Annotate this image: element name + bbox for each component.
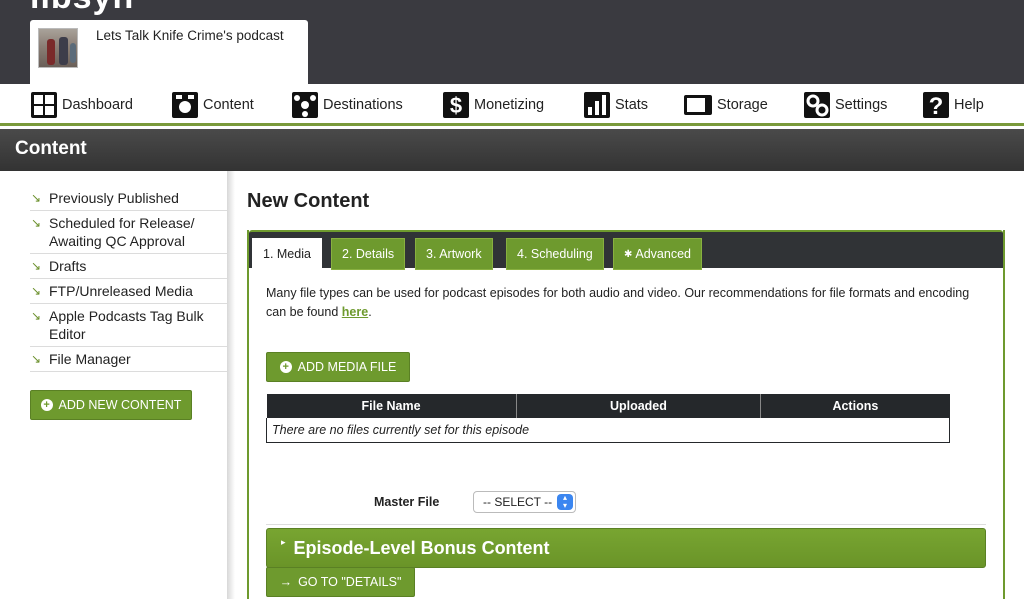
nav-storage[interactable]: Storage	[683, 90, 768, 120]
section-bar: Content	[0, 129, 1024, 171]
nav-stats-label: Stats	[615, 97, 649, 113]
nav-dashboard[interactable]: Dashboard	[30, 90, 133, 120]
section-title: Content	[15, 138, 87, 159]
sidebar-item-label: FTP/Unreleased Media	[49, 283, 193, 299]
nav-help[interactable]: ? Help	[922, 90, 984, 120]
table-row: There are no files currently set for thi…	[266, 418, 950, 443]
nav-destinations-label: Destinations	[323, 97, 403, 113]
add-new-content-label: ADD NEW CONTENT	[58, 398, 182, 412]
sidebar-item-label: Scheduled for Release/ Awaiting QC Appro…	[49, 215, 195, 249]
arrow-icon: ↘	[31, 191, 42, 205]
destinations-icon	[291, 91, 319, 119]
sidebar-list: ↘ Previously Published ↘ Scheduled for R…	[30, 186, 227, 372]
sidebar-item-label: File Manager	[49, 351, 131, 367]
sidebar-item-scheduled[interactable]: ↘ Scheduled for Release/ Awaiting QC App…	[30, 211, 227, 254]
sidebar-item-ftp-unreleased[interactable]: ↘ FTP/Unreleased Media	[30, 279, 227, 304]
bonus-content-toggle[interactable]: ▸ Episode-Level Bonus Content	[266, 528, 986, 568]
column-file-name[interactable]: File Name	[266, 394, 517, 418]
nav-destinations[interactable]: Destinations	[291, 90, 403, 120]
nav-settings[interactable]: Settings	[803, 90, 887, 120]
page-title: New Content	[247, 190, 370, 212]
dashboard-grid-icon	[30, 91, 58, 119]
tab-details[interactable]: 2. Details	[331, 238, 406, 270]
tab-scheduling[interactable]: 4. Scheduling	[506, 238, 604, 270]
empty-table-message: There are no files currently set for thi…	[266, 418, 950, 443]
nav-help-label: Help	[954, 97, 984, 113]
main-nav: Dashboard Content Destinations $ Monetiz…	[0, 84, 1024, 126]
arrow-icon: ↘	[31, 352, 42, 366]
storage-icon	[683, 91, 713, 119]
dollar-icon: $	[442, 91, 470, 119]
go-to-details-button[interactable]: → GO TO "DETAILS"	[266, 567, 415, 597]
question-icon: ?	[922, 91, 950, 119]
arrow-icon: ↘	[31, 309, 42, 323]
svg-text:$: $	[450, 93, 462, 118]
tab-media-label: 1. Media	[263, 247, 311, 261]
recommendations-link[interactable]: here	[342, 305, 368, 319]
sidebar-item-drafts[interactable]: ↘ Drafts	[30, 254, 227, 279]
podcast-switcher[interactable]: Lets Talk Knife Crime's podcast	[30, 20, 308, 84]
sidebar-item-label: Apple Podcasts Tag Bulk Editor	[49, 308, 204, 342]
sidebar-divider	[227, 171, 235, 599]
podcast-thumbnail	[38, 28, 78, 68]
sidebar-item-previously-published[interactable]: ↘ Previously Published	[30, 186, 227, 211]
gear-icon: ✱	[624, 248, 633, 260]
tab-artwork[interactable]: 3. Artwork	[415, 238, 493, 270]
expand-triangle-icon: ▸	[281, 536, 286, 547]
add-media-file-button[interactable]: + ADD MEDIA FILE	[266, 352, 410, 382]
tab-scheduling-label: 4. Scheduling	[517, 247, 593, 261]
column-actions: Actions	[760, 394, 950, 418]
add-media-file-label: ADD MEDIA FILE	[297, 360, 397, 374]
nav-content[interactable]: Content	[171, 90, 254, 120]
nav-monetizing-label: Monetizing	[474, 97, 545, 113]
arrow-right-icon: →	[279, 575, 293, 589]
arrow-icon: ↘	[31, 284, 42, 298]
nav-storage-label: Storage	[717, 97, 768, 113]
tab-advanced[interactable]: ✱ Advanced	[613, 238, 702, 270]
plus-circle-icon: +	[40, 399, 53, 411]
tab-media[interactable]: 1. Media	[252, 238, 322, 270]
brand-logo[interactable]: libsyn	[30, 0, 134, 17]
nav-monetizing[interactable]: $ Monetizing	[442, 90, 544, 120]
nav-settings-label: Settings	[835, 97, 888, 113]
tab-strip: 1. Media 2. Details 3. Artwork 4. Schedu…	[249, 230, 1003, 270]
tab-advanced-label: Advanced	[635, 247, 691, 261]
sidebar-item-label: Previously Published	[49, 190, 179, 206]
media-tab-body: Many file types can be used for podcast …	[249, 268, 1003, 599]
tab-details-label: 2. Details	[342, 247, 395, 261]
arrow-icon: ↘	[31, 259, 42, 273]
master-file-value: -- SELECT --	[483, 495, 553, 509]
bar-chart-icon	[583, 91, 611, 119]
sidebar-item-apple-podcasts-tag-editor[interactable]: ↘ Apple Podcasts Tag Bulk Editor	[30, 304, 227, 347]
bonus-content-label: Episode-Level Bonus Content	[293, 537, 550, 558]
column-uploaded[interactable]: Uploaded	[516, 394, 762, 418]
podcast-title: Lets Talk Knife Crime's podcast	[96, 28, 284, 43]
media-files-table: File Name Uploaded Actions There are no …	[266, 394, 950, 443]
table-header-row: File Name Uploaded Actions	[266, 394, 950, 418]
info-text-end: .	[368, 305, 372, 319]
sidebar: ↘ Previously Published ↘ Scheduled for R…	[0, 171, 227, 599]
sidebar-item-file-manager[interactable]: ↘ File Manager	[30, 347, 227, 372]
master-file-label: Master File	[374, 495, 440, 509]
content-icon	[171, 91, 199, 119]
nav-dashboard-label: Dashboard	[62, 97, 133, 113]
top-header: libsyn Lets Talk Knife Crime's podcast	[0, 0, 1024, 84]
section-divider	[266, 524, 986, 525]
arrow-icon: ↘	[31, 216, 42, 230]
gears-icon	[803, 91, 831, 119]
sidebar-item-label: Drafts	[49, 258, 87, 274]
svg-text:?: ?	[929, 93, 944, 119]
select-arrows-icon: ▴ ▾	[557, 494, 573, 510]
go-to-details-label: GO TO "DETAILS"	[298, 575, 402, 589]
nav-stats[interactable]: Stats	[583, 90, 648, 120]
plus-circle-icon: +	[279, 361, 292, 373]
content-panel: 1. Media 2. Details 3. Artwork 4. Schedu…	[247, 230, 1005, 599]
media-info-text: Many file types can be used for podcast …	[266, 284, 986, 322]
nav-content-label: Content	[203, 97, 254, 113]
add-new-content-button[interactable]: + ADD NEW CONTENT	[30, 390, 192, 420]
master-file-select[interactable]: -- SELECT -- ▴ ▾	[473, 491, 576, 513]
tab-artwork-label: 3. Artwork	[426, 247, 482, 261]
